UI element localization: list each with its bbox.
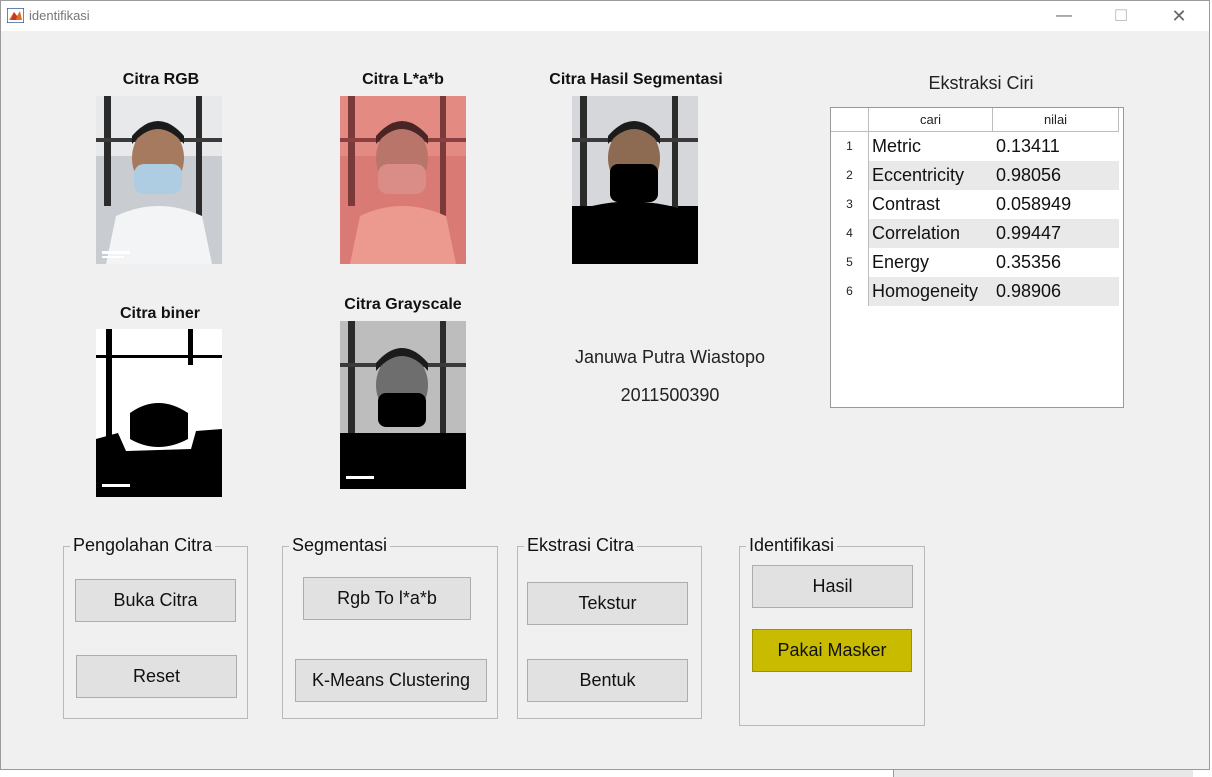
row-number: 1 <box>831 132 869 161</box>
segmentasi-panel: Segmentasi Rgb To l*a*b K-Means Clusteri… <box>282 535 498 719</box>
student-nim: 2011500390 <box>620 385 720 405</box>
citra-segmentasi-image <box>572 96 698 264</box>
citra-lab-title: Citra L*a*b <box>362 71 444 88</box>
row-number: 4 <box>831 219 869 248</box>
row-number: 3 <box>831 190 869 219</box>
maximize-button[interactable]: ☐ <box>1098 1 1144 31</box>
close-button[interactable]: ✕ <box>1156 1 1202 31</box>
cell-nilai[interactable]: 0.13411 <box>993 132 1119 161</box>
ekstrasi-citra-panel-title: Ekstrasi Citra <box>524 535 638 556</box>
bentuk-button[interactable]: Bentuk <box>527 659 688 702</box>
ekstraksi-ciri-title: Ekstraksi Ciri <box>928 73 1034 93</box>
citra-segmentasi-title: Citra Hasil Segmentasi <box>549 71 723 88</box>
citra-grayscale-image <box>340 321 466 489</box>
student-name: Januwa Putra Wiastopo <box>574 347 766 367</box>
row-number: 6 <box>831 277 869 306</box>
cell-cari[interactable]: Contrast <box>869 190 993 219</box>
hasil-button[interactable]: Hasil <box>752 565 913 608</box>
pengolahan-citra-panel-title: Pengolahan Citra <box>70 535 216 556</box>
cell-nilai[interactable]: 0.99447 <box>993 219 1119 248</box>
row-number: 2 <box>831 161 869 190</box>
cell-cari[interactable]: Correlation <box>869 219 993 248</box>
title-bar: identifikasi — ☐ ✕ <box>1 1 1209 31</box>
reset-button[interactable]: Reset <box>76 655 237 698</box>
cell-cari[interactable]: Homogeneity <box>869 277 993 306</box>
cell-nilai[interactable]: 0.98906 <box>993 277 1119 306</box>
citra-lab-image <box>340 96 466 264</box>
ekstraksi-ciri-table[interactable]: cari nilai 1 Metric 0.13411 2 Eccentrici… <box>830 107 1124 408</box>
identifikasi-panel: Identifikasi Hasil Pakai Masker <box>739 535 925 726</box>
buka-citra-button[interactable]: Buka Citra <box>75 579 236 622</box>
cell-nilai[interactable]: 0.98056 <box>993 161 1119 190</box>
identifikasi-panel-title: Identifikasi <box>746 535 838 556</box>
citra-biner-image <box>96 329 222 497</box>
table-corner-header <box>831 108 869 132</box>
cell-cari[interactable]: Metric <box>869 132 993 161</box>
column-header-cari[interactable]: cari <box>869 108 993 132</box>
window-title: identifikasi <box>29 8 90 23</box>
cell-cari[interactable]: Energy <box>869 248 993 277</box>
segmentasi-panel-title: Segmentasi <box>289 535 391 556</box>
rgb-to-lab-button[interactable]: Rgb To l*a*b <box>303 577 471 620</box>
cell-nilai[interactable]: 0.35356 <box>993 248 1119 277</box>
column-header-nilai[interactable]: nilai <box>993 108 1119 132</box>
figure-window: identifikasi — ☐ ✕ Citra RGB Citra L*a*b <box>0 0 1210 770</box>
cell-cari[interactable]: Eccentricity <box>869 161 993 190</box>
minimize-button[interactable]: — <box>1041 1 1087 31</box>
tekstur-button[interactable]: Tekstur <box>527 582 688 625</box>
kmeans-clustering-button[interactable]: K-Means Clustering <box>295 659 487 702</box>
ekstrasi-citra-panel: Ekstrasi Citra Tekstur Bentuk <box>517 535 702 719</box>
citra-rgb-title: Citra RGB <box>122 71 200 88</box>
citra-biner-title: Citra biner <box>119 305 200 322</box>
pengolahan-citra-panel: Pengolahan Citra Buka Citra Reset <box>63 535 248 719</box>
row-number: 5 <box>831 248 869 277</box>
pakai-masker-button[interactable]: Pakai Masker <box>752 629 912 672</box>
citra-rgb-image <box>96 96 222 264</box>
cell-nilai[interactable]: 0.058949 <box>993 190 1119 219</box>
citra-grayscale-title: Citra Grayscale <box>344 296 462 313</box>
matlab-app-icon <box>7 8 24 23</box>
